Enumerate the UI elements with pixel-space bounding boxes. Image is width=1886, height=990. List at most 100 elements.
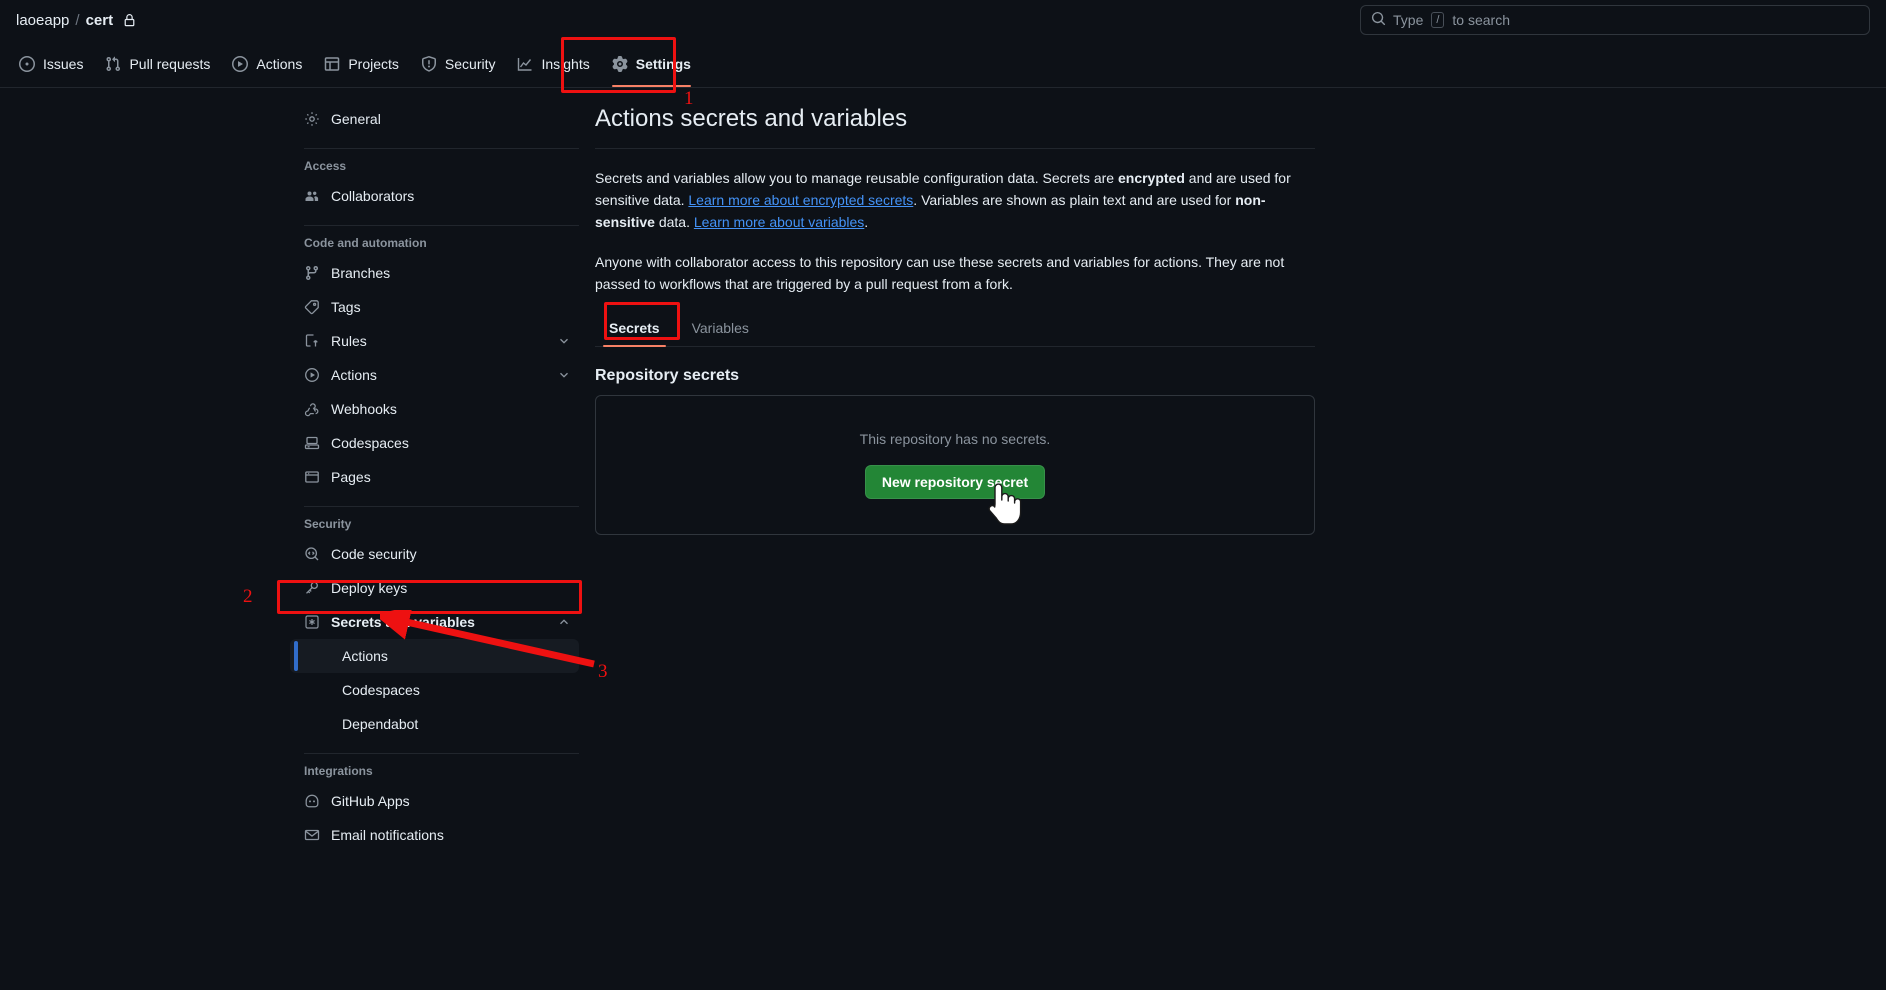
sidebar-item-github-apps[interactable]: GitHub Apps [290,784,579,818]
nav-item-security[interactable]: Security [410,40,507,87]
link-encrypted-secrets[interactable]: Learn more about encrypted secrets [688,192,913,208]
graph-icon [517,56,533,72]
nav-label: Security [444,55,496,72]
desc-text-1: Secrets and variables allow you to manag… [595,170,1118,186]
git-branch-icon [304,265,320,281]
play-icon [232,55,249,72]
sidebar-item-label: Codespaces [331,435,409,451]
sidebar-subitem-label: Codespaces [342,682,420,698]
sidebar-subitem-label: Actions [342,648,388,664]
sidebar-item-rules[interactable]: Rules [290,324,579,358]
gear-icon [304,111,320,127]
sidebar-item-label: Email notifications [331,827,444,843]
section-heading-repository-secrets: Repository secrets [595,367,740,384]
sidebar-item-secrets-and-variables[interactable]: Secrets and variables [290,605,579,639]
breadcrumb-owner[interactable]: laoeapp [16,12,69,29]
search-icon [1371,11,1386,29]
new-repository-secret-button[interactable]: New repository secret [864,465,1046,499]
shield-icon [421,55,437,72]
nav-label: Projects [348,55,399,72]
search-input[interactable]: Type / to search [1360,5,1870,35]
tab-label: Variables [691,320,749,336]
sidebar-item-label: Collaborators [331,188,415,204]
gear-icon [612,55,628,72]
browser-icon [304,469,320,485]
nav-label: Pull requests [129,55,211,72]
sidebar-divider [304,753,579,754]
repo-nav: Issues Pull requests Actions Projects Se… [0,40,1886,88]
sidebar-divider [304,225,579,226]
nav-item-pull-requests[interactable]: Pull requests [94,40,221,87]
sidebar-item-label: Deploy keys [331,580,408,596]
secrets-variables-tabs: Secrets Variables [595,313,1315,347]
key-icon [304,580,320,596]
sidebar-group-access: Access [304,159,347,173]
mail-icon [304,827,320,843]
tab-label: Secrets [609,320,660,336]
sidebar-item-collaborators[interactable]: Collaborators [290,179,579,213]
nav-item-settings[interactable]: Settings [601,40,702,87]
asterisk-key-icon [304,614,320,630]
nav-label: Actions [256,55,303,72]
sidebar-subitem-actions[interactable]: Actions [290,639,579,673]
desc-text-3: . Variables are shown as plain text and … [913,192,1236,208]
issue-opened-icon [19,55,35,72]
sidebar-item-deploy-keys[interactable]: Deploy keys [290,571,579,605]
desc-bold-encrypted: encrypted [1117,170,1185,186]
github-apps-icon [304,793,320,809]
breadcrumb-repo[interactable]: cert [86,12,114,29]
tab-secrets[interactable]: Secrets [595,313,674,347]
page-body: General Access Collaborators Code and au… [0,88,1886,852]
chevron-down-icon[interactable] [557,334,571,348]
people-icon [304,188,320,204]
nav-item-actions[interactable]: Actions [221,40,313,87]
sidebar-group-integrations: Integrations [304,764,373,778]
nav-item-issues[interactable]: Issues [8,40,94,87]
code-scan-icon [304,546,320,562]
nav-item-insights[interactable]: Insights [506,40,600,87]
sidebar-item-webhooks[interactable]: Webhooks [290,392,579,426]
settings-sidebar: General Access Collaborators Code and au… [290,102,595,852]
sidebar-item-actions[interactable]: Actions [290,358,579,392]
sidebar-item-label: Rules [331,333,367,349]
codespaces-icon [304,435,320,451]
sidebar-item-code-security[interactable]: Code security [290,537,579,571]
sidebar-item-tags[interactable]: Tags [290,290,579,324]
desc-text-5: . [864,214,869,230]
search-placeholder-prefix: Type [1393,12,1424,28]
description-paragraph-2: Anyone with collaborator access to this … [595,254,1285,292]
nav-item-projects[interactable]: Projects [313,40,410,87]
repository-secrets-panel: This repository has no secrets. New repo… [595,395,1315,535]
chevron-up-icon[interactable] [557,615,571,629]
sidebar-divider [304,506,579,507]
rules-icon [304,333,320,349]
sidebar-item-branches[interactable]: Branches [290,256,579,290]
sidebar-subitem-dependabot[interactable]: Dependabot [290,707,579,741]
sidebar-item-codespaces[interactable]: Codespaces [290,426,579,460]
chevron-down-icon[interactable] [557,368,571,382]
nav-label: Settings [635,55,691,72]
lock-icon [123,13,136,27]
sidebar-item-label: Secrets and variables [331,614,475,630]
sidebar-item-label: Pages [331,469,371,485]
sidebar-item-pages[interactable]: Pages [290,460,579,494]
sidebar-subitem-codespaces[interactable]: Codespaces [290,673,579,707]
desc-text-4: data. [654,214,694,230]
sidebar-subitem-label: Dependabot [342,716,419,732]
sidebar-item-label: GitHub Apps [331,793,410,809]
sidebar-item-label: Branches [331,265,391,281]
tab-variables[interactable]: Variables [678,313,763,346]
sidebar-group-security: Security [304,517,352,531]
search-placeholder-suffix: to search [1452,12,1511,28]
sidebar-divider [304,148,579,149]
sidebar-item-label: General [331,111,381,127]
main-content: Actions secrets and variables Secrets an… [595,102,1335,852]
play-icon [304,367,320,383]
webhook-icon [304,401,320,417]
nav-label: Insights [541,55,590,72]
sidebar-group-code-automation: Code and automation [304,236,427,250]
sidebar-item-general[interactable]: General [290,102,579,136]
link-variables[interactable]: Learn more about variables [694,214,864,230]
sidebar-item-label: Webhooks [331,401,397,417]
sidebar-item-email-notifications[interactable]: Email notifications [290,818,579,852]
